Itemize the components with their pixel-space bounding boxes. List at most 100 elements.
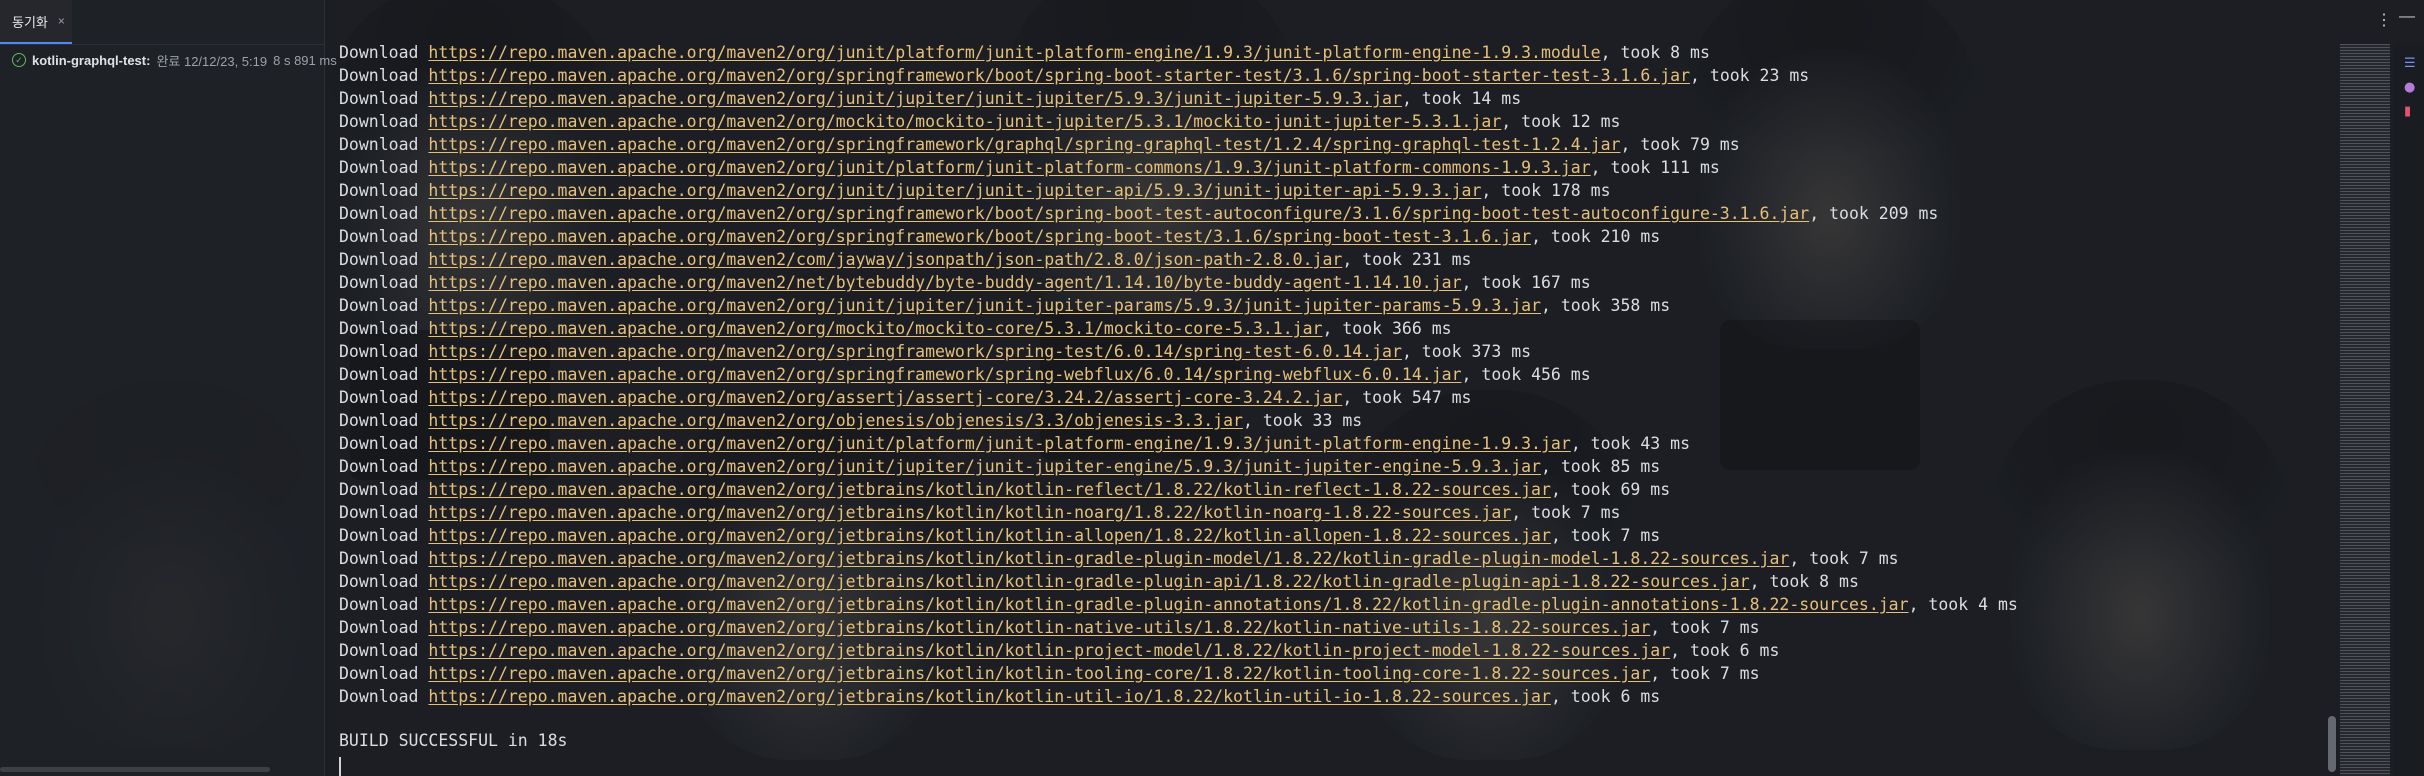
console-output[interactable]: Download https://repo.maven.apache.org/m… <box>324 0 2344 776</box>
console-line: Download https://repo.maven.apache.org/m… <box>339 156 2018 179</box>
download-link[interactable]: https://repo.maven.apache.org/maven2/org… <box>428 595 1908 614</box>
side-toolbar <box>2394 44 2424 776</box>
console-line-timing: , took 69 ms <box>1550 480 1671 499</box>
console-line-timing: , took 8 ms <box>1600 43 1710 62</box>
console-line-timing: , took 358 ms <box>1541 296 1671 315</box>
trash-icon[interactable]: ▮ <box>2404 104 2411 119</box>
vertical-scrollbar-thumb[interactable] <box>2328 716 2336 772</box>
download-link[interactable]: https://repo.maven.apache.org/maven2/org… <box>428 365 1461 384</box>
download-link[interactable]: https://repo.maven.apache.org/maven2/org… <box>428 181 1481 200</box>
tab-sync[interactable]: 동기화 × <box>0 0 72 44</box>
console-line-timing: , took 209 ms <box>1809 204 1939 223</box>
console-line: Download https://repo.maven.apache.org/m… <box>339 87 2018 110</box>
build-item-status: 완료 12/12/23, 5:19 <box>156 53 268 69</box>
download-link[interactable]: https://repo.maven.apache.org/maven2/org… <box>428 66 1690 85</box>
console-line-timing: , took 167 ms <box>1461 273 1591 292</box>
console-line-timing: , took 366 ms <box>1322 319 1452 338</box>
build-result: BUILD SUCCESSFUL in 18s <box>339 731 568 750</box>
scroll-minimap[interactable] <box>2340 44 2390 776</box>
console-line-prefix: Download <box>339 503 429 522</box>
console-line: Download https://repo.maven.apache.org/m… <box>339 524 2018 547</box>
console-line: Download https://repo.maven.apache.org/m… <box>339 455 2018 478</box>
download-link[interactable]: https://repo.maven.apache.org/maven2/org… <box>428 526 1551 545</box>
download-link[interactable]: https://repo.maven.apache.org/maven2/org… <box>428 457 1541 476</box>
console-line-timing: , took 85 ms <box>1541 457 1661 476</box>
download-link[interactable]: https://repo.maven.apache.org/maven2/org… <box>428 388 1342 407</box>
download-link[interactable]: https://repo.maven.apache.org/maven2/org… <box>428 112 1501 131</box>
tab-close-icon[interactable]: × <box>58 14 65 28</box>
download-link[interactable]: https://repo.maven.apache.org/maven2/org… <box>428 227 1531 246</box>
console-line-timing: , took 79 ms <box>1620 135 1740 154</box>
download-link[interactable]: https://repo.maven.apache.org/maven2/org… <box>428 572 1749 591</box>
minimize-icon[interactable]: — <box>2399 8 2415 26</box>
download-link[interactable]: https://repo.maven.apache.org/maven2/org… <box>428 480 1551 499</box>
console-line-prefix: Download <box>339 158 429 177</box>
console-line-prefix: Download <box>339 227 429 246</box>
console-line-timing: , took 178 ms <box>1481 181 1611 200</box>
download-link[interactable]: https://repo.maven.apache.org/maven2/org… <box>428 204 1809 223</box>
avatar-icon[interactable]: ● <box>2404 80 2415 95</box>
more-vertical-icon[interactable]: ⋮ <box>2376 10 2392 30</box>
console-line: Download https://repo.maven.apache.org/m… <box>339 133 2018 156</box>
download-link[interactable]: https://repo.maven.apache.org/maven2/org… <box>428 319 1322 338</box>
build-item-name: kotlin-graphql-test: <box>32 52 151 68</box>
console-line: Download https://repo.maven.apache.org/m… <box>339 386 2018 409</box>
console-line-timing: , took 4 ms <box>1908 595 2018 614</box>
console-line-timing: , took 7 ms <box>1511 503 1621 522</box>
download-link[interactable]: https://repo.maven.apache.org/maven2/org… <box>428 342 1402 361</box>
download-link[interactable]: https://repo.maven.apache.org/maven2/org… <box>428 158 1590 177</box>
console-line: Download https://repo.maven.apache.org/m… <box>339 179 2018 202</box>
console-line: Download https://repo.maven.apache.org/m… <box>339 248 2018 271</box>
download-link[interactable]: https://repo.maven.apache.org/maven2/org… <box>428 296 1541 315</box>
download-link[interactable]: https://repo.maven.apache.org/maven2/org… <box>428 687 1551 706</box>
download-link[interactable]: https://repo.maven.apache.org/maven2/org… <box>428 135 1620 154</box>
console-line-timing: , took 12 ms <box>1501 112 1621 131</box>
console-line: Download https://repo.maven.apache.org/m… <box>339 409 2018 432</box>
download-link[interactable]: https://repo.maven.apache.org/maven2/org… <box>428 618 1650 637</box>
download-link[interactable]: https://repo.maven.apache.org/maven2/org… <box>428 89 1402 108</box>
console-line-prefix: Download <box>339 250 429 269</box>
download-link[interactable]: https://repo.maven.apache.org/maven2/org… <box>428 503 1511 522</box>
console-line: Download https://repo.maven.apache.org/m… <box>339 317 2018 340</box>
download-link[interactable]: https://repo.maven.apache.org/maven2/com… <box>428 250 1342 269</box>
console-line-prefix: Download <box>339 181 429 200</box>
console-line-timing: , took 7 ms <box>1650 618 1760 637</box>
download-link[interactable]: https://repo.maven.apache.org/maven2/org… <box>428 641 1670 660</box>
console-line-prefix: Download <box>339 549 429 568</box>
console-line-prefix: Download <box>339 342 429 361</box>
console-line: Download https://repo.maven.apache.org/m… <box>339 662 2018 685</box>
console-line: Download https://repo.maven.apache.org/m… <box>339 639 2018 662</box>
console-line-timing: , took 14 ms <box>1401 89 1522 108</box>
console-line-prefix: Download <box>339 480 429 499</box>
check-circle-icon: ✓ <box>12 53 26 67</box>
download-link[interactable]: https://repo.maven.apache.org/maven2/org… <box>428 411 1243 430</box>
console-line-timing: , took 456 ms <box>1461 365 1591 384</box>
download-link[interactable]: https://repo.maven.apache.org/maven2/org… <box>428 664 1650 683</box>
console-line-prefix: Download <box>339 319 429 338</box>
console-line-prefix: Download <box>339 89 429 108</box>
build-tree-item[interactable]: ✓ kotlin-graphql-test: 완료 12/12/23, 5:19… <box>12 50 337 70</box>
console-line: Download https://repo.maven.apache.org/m… <box>339 271 2018 294</box>
console-line-timing: , took 43 ms <box>1570 434 1691 453</box>
console-line-prefix: Download <box>339 388 429 407</box>
console-line: Download https://repo.maven.apache.org/m… <box>339 593 2018 616</box>
download-link[interactable]: https://repo.maven.apache.org/maven2/org… <box>428 43 1600 62</box>
download-link[interactable]: https://repo.maven.apache.org/maven2/net… <box>428 273 1461 292</box>
console-line: Download https://repo.maven.apache.org/m… <box>339 64 2018 87</box>
download-link[interactable]: https://repo.maven.apache.org/maven2/org… <box>428 434 1570 453</box>
console-line: Download https://repo.maven.apache.org/m… <box>339 616 2018 639</box>
console-line-timing: , took 231 ms <box>1342 250 1472 269</box>
list-icon[interactable]: ☰ <box>2404 56 2416 71</box>
console-line: Download https://repo.maven.apache.org/m… <box>339 432 2018 455</box>
download-link[interactable]: https://repo.maven.apache.org/maven2/org… <box>428 549 1789 568</box>
console-line: Download https://repo.maven.apache.org/m… <box>339 202 2018 225</box>
horizontal-scrollbar[interactable] <box>0 767 270 772</box>
console-line-prefix: Download <box>339 572 429 591</box>
tab-sync-label: 동기화 <box>12 14 48 30</box>
console-line-prefix: Download <box>339 457 429 476</box>
console-line-timing: , took 8 ms <box>1749 572 1859 591</box>
console-line: Download https://repo.maven.apache.org/m… <box>339 547 2018 570</box>
console-line-prefix: Download <box>339 66 429 85</box>
console-line-timing: , took 23 ms <box>1690 66 1810 85</box>
console-line-timing: , took 111 ms <box>1590 158 1720 177</box>
